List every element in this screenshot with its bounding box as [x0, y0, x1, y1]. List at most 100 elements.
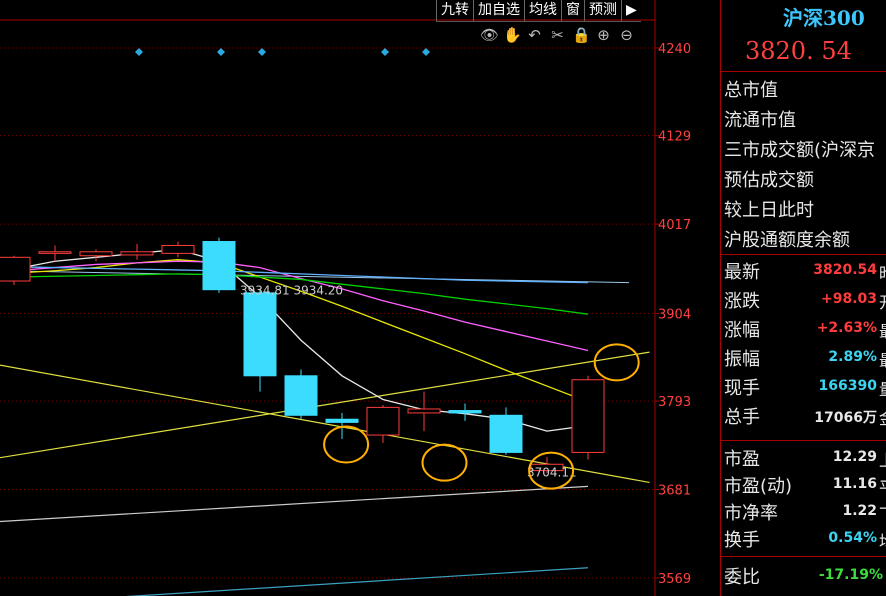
candle-body	[202, 241, 236, 291]
quote-row-current-volume: 现手 166390 量	[721, 372, 886, 401]
candle-body	[448, 410, 482, 414]
signal-marker	[258, 48, 266, 56]
y-tick-label: 3569	[658, 572, 691, 587]
quote-value: +98.03	[820, 291, 877, 307]
quote-panel: 沪深300 3820. 54 总市值 流通市值 三市成交额(沪深京 预估成交额 …	[720, 0, 886, 596]
index-price: 3820. 54	[745, 37, 852, 65]
quote-value: 0.54%	[828, 530, 877, 546]
divider	[721, 254, 886, 255]
divider	[721, 556, 886, 557]
chart-area[interactable]: 4240 4129 4017 3904 3793 3681 3569 3934.81 3934…	[0, 0, 720, 596]
info-northbound-quota: 沪股通额度余额	[724, 230, 850, 251]
ma20-line	[13, 260, 589, 352]
quote-value: 2.89%	[828, 349, 877, 365]
quote-suffix: 上	[879, 447, 886, 471]
quote-row-total-volume: 总手 17066万 金	[721, 401, 886, 430]
collapse-panel-icon[interactable]: ▶	[621, 0, 641, 21]
highlight-circle	[421, 443, 468, 482]
quote-value: -17.19%	[818, 567, 883, 583]
quote-label: 现手	[724, 378, 760, 399]
quote-label: 市盈(动)	[724, 476, 793, 497]
candle	[79, 249, 113, 262]
candle-body	[325, 418, 359, 423]
candle-body	[366, 406, 400, 436]
candle-body	[571, 379, 605, 453]
quote-suffix: 均	[879, 528, 886, 552]
quote-label: 市净率	[724, 503, 778, 524]
quote-label: 换手	[724, 530, 760, 551]
eye-icon[interactable]: 👁	[480, 26, 499, 44]
signal-marker	[381, 48, 389, 56]
candle	[571, 375, 605, 460]
zoom-out-icon[interactable]: ⊖	[618, 26, 635, 44]
lock-icon[interactable]: 🔒	[572, 26, 591, 44]
quote-label: 市盈	[724, 449, 760, 470]
candle	[284, 369, 318, 420]
quote-row-pe-dynamic: 市盈(动) 11.16 平	[721, 470, 886, 499]
price-annotation: 3934.81 3934.20	[240, 284, 343, 298]
candle	[489, 407, 523, 455]
candlestick-chart[interactable]: 4240 4129 4017 3904 3793 3681 3569 3934.81 3934…	[0, 0, 720, 596]
quote-label: 总手	[724, 407, 760, 428]
quote-suffix: 最	[879, 347, 886, 371]
y-tick-label: 4129	[658, 130, 691, 145]
quote-row-change: 涨跌 +98.03 开	[721, 285, 886, 314]
quote-suffix: 平	[879, 474, 886, 498]
quote-row-pe: 市盈 12.29 上	[721, 443, 886, 472]
scissors-icon[interactable]: ✂	[549, 26, 566, 44]
candle	[0, 255, 31, 285]
quote-suffix: 下	[879, 501, 886, 525]
quote-suffix: 昨	[879, 260, 886, 284]
quote-row-latest: 最新 3820.54 昨	[721, 256, 886, 285]
candle-body	[79, 251, 113, 257]
toolbar-button-forecast[interactable]: 预测	[584, 0, 621, 21]
y-tick-label: 4240	[658, 42, 691, 57]
info-vs-previous-day: 较上日此时	[724, 200, 814, 221]
candle-body	[407, 408, 441, 414]
candle-body	[284, 375, 318, 416]
quote-row-amplitude: 振幅 2.89% 最	[721, 343, 886, 372]
info-total-market-value: 总市值	[724, 80, 778, 101]
candle	[448, 403, 482, 421]
zoom-in-icon[interactable]: ⊕	[595, 26, 612, 44]
toolbar-button-jiuzhuan[interactable]: 九转	[436, 0, 473, 21]
y-tick-label: 3904	[658, 307, 691, 322]
candle	[38, 245, 72, 262]
info-turnover-three-markets: 三市成交额(沪深京	[724, 140, 876, 161]
quote-value: 17066万	[814, 410, 877, 426]
signal-marker	[135, 48, 143, 56]
quote-row-pb: 市净率 1.22 下	[721, 497, 886, 526]
quote-row-turnover-rate: 换手 0.54% 均	[721, 524, 886, 553]
candle	[202, 237, 236, 293]
y-tick-label: 4017	[658, 218, 691, 233]
candle-body	[38, 251, 72, 254]
lower-channel-line	[125, 567, 589, 596]
y-tick-label: 3681	[658, 484, 691, 499]
divider	[721, 440, 886, 441]
quote-value: 1.22	[842, 503, 877, 519]
candle	[161, 241, 195, 258]
candle-body	[120, 251, 154, 256]
toolbar-button-add-watchlist[interactable]: 加自选	[473, 0, 524, 21]
quote-label: 最新	[724, 262, 760, 283]
undo-icon[interactable]: ↶	[526, 26, 543, 44]
hand-icon[interactable]: ✋	[503, 26, 522, 44]
chart-tool-icons: 👁 ✋ ↶ ✂ 🔒 ⊕ ⊖	[480, 26, 635, 44]
quote-value: 11.16	[832, 476, 877, 492]
quote-label: 涨跌	[724, 291, 760, 312]
quote-suffix: 最	[879, 318, 886, 342]
quote-row-order-ratio: 委比 -17.19%	[721, 561, 886, 590]
quote-value: 166390	[818, 378, 877, 394]
divider	[721, 71, 886, 72]
quote-suffix: 量	[879, 376, 886, 400]
quote-value: 3820.54	[813, 262, 877, 278]
candle-body	[0, 256, 31, 282]
quote-label: 涨幅	[724, 320, 760, 341]
info-float-market-value: 流通市值	[724, 110, 796, 131]
toolbar-button-moving-average[interactable]: 均线	[524, 0, 561, 21]
highlight-circle	[323, 425, 370, 464]
quote-value: +2.63%	[816, 320, 877, 336]
quote-label: 振幅	[724, 349, 760, 370]
toolbar-button-window[interactable]: 窗	[561, 0, 584, 21]
y-tick-label: 3793	[658, 395, 691, 410]
